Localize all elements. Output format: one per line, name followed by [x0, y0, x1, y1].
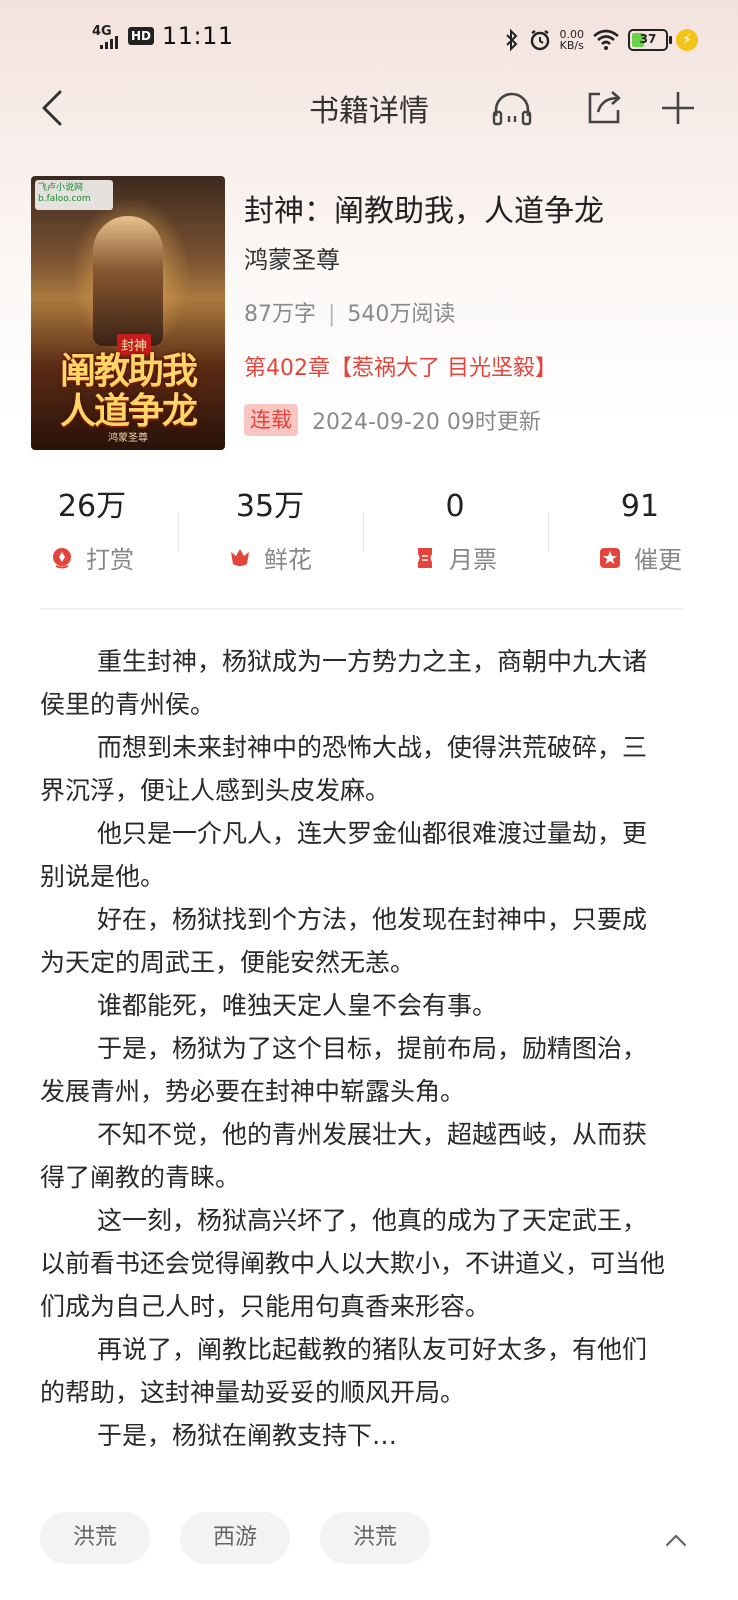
description-paragraph: 好在，杨狱找到个方法，他发现在封神中，只要成为天定的周武王，便能安然无恙。	[40, 905, 648, 977]
signal-icon: 4G	[92, 24, 120, 49]
description-paragraph: 他只是一介凡人，连大罗金仙都很难渡过量劫，更别说是他。	[40, 819, 648, 891]
cover-title: 阐教助我 人道争龙	[39, 352, 217, 432]
stat-ticket[interactable]: 0 月票	[363, 484, 547, 575]
status-bar: 4G HD 11:11 0.00 KB/s 37 ⚡	[0, 0, 738, 80]
stat-value: 35万	[235, 489, 305, 524]
stat-value: 91	[620, 489, 660, 524]
status-row: 连载 2024-09-20 09时更新	[244, 404, 541, 436]
latest-chapter-link[interactable]: 第402章【惹祸大了 目光坚毅】	[244, 350, 557, 382]
description-paragraph: 这一刻，杨狱高兴坏了，他真的成为了天定武王，以前看书还会觉得阐教中人以大欺小，不…	[40, 1206, 666, 1321]
description-paragraph: 而想到未来封神中的恐怖大战，使得洪荒破碎，三界沉浮，便让人感到头皮发麻。	[40, 733, 648, 805]
charging-icon: ⚡	[676, 29, 698, 51]
description-paragraph: 于是，杨狱在阐教支持下…	[97, 1421, 398, 1450]
battery-level: 37	[639, 32, 657, 46]
read-count: 540万阅读	[347, 302, 456, 327]
hd-badge: HD	[128, 27, 155, 45]
stat-label: 月票	[449, 546, 497, 574]
description-paragraph: 谁都能死，唯独天定人皇不会有事。	[97, 991, 498, 1020]
nav-bar: 书籍详情	[0, 80, 738, 136]
stat-label: 催更	[634, 546, 682, 574]
description-paragraph: 重生封神，杨狱成为一方势力之主，商朝中九大诸侯里的青州侯。	[40, 647, 648, 719]
add-icon[interactable]	[656, 86, 700, 130]
net-speed: 0.00 KB/s	[560, 29, 585, 51]
publisher-logo: 飞卢小说网 b.faloo.com	[35, 180, 113, 210]
book-stats: 87万字 | 540万阅读	[244, 296, 455, 328]
clock: 11:11	[162, 22, 234, 50]
urge-icon	[600, 547, 620, 568]
stats-separator: |	[328, 302, 336, 327]
stat-reward[interactable]: 26万 打赏	[0, 484, 184, 575]
word-count: 87万字	[244, 302, 316, 327]
book-cover[interactable]: 飞卢小说网 b.faloo.com 封神 阐教助我 人道争龙 鸿蒙圣尊	[31, 176, 225, 450]
net-speed-unit: KB/s	[559, 39, 584, 52]
share-icon[interactable]	[582, 86, 626, 130]
battery-icon: 37	[628, 29, 672, 51]
stat-label: 鲜花	[264, 546, 312, 574]
page-title: 书籍详情	[309, 94, 429, 129]
chevron-up-icon[interactable]	[664, 1528, 688, 1552]
book-description[interactable]: 重生封神，杨狱成为一方势力之主，商朝中九大诸侯里的青州侯。 而想到未来封神中的恐…	[40, 640, 670, 1457]
stat-value: 0	[445, 489, 465, 524]
cover-author: 鸿蒙圣尊	[108, 433, 148, 444]
description-paragraph: 不知不觉，他的青州发展壮大，超越西岐，从而获得了阐教的青睐。	[40, 1120, 648, 1192]
stat-label: 打赏	[86, 546, 134, 574]
ticket-icon	[418, 547, 432, 568]
stat-urge[interactable]: 91 催更	[548, 484, 732, 575]
reward-icon	[53, 547, 71, 568]
stats-bar: 26万 打赏 35万 鲜花 0 月票 91 催更	[0, 484, 738, 594]
stat-flower[interactable]: 35万 鲜花	[178, 484, 362, 575]
cover-figure	[93, 216, 163, 346]
publisher-logo-text: 飞卢小说网	[38, 183, 84, 193]
tag-chip[interactable]: 洪荒	[40, 1512, 150, 1564]
book-author[interactable]: 鸿蒙圣尊	[244, 240, 340, 275]
description-paragraph: 再说了，阐教比起截教的猪队友可好太多，有他们的帮助，这封神量劫妥妥的顺风开局。	[40, 1335, 648, 1407]
tag-list: 洪荒 西游 洪荒	[40, 1512, 430, 1564]
stat-value: 26万	[57, 489, 127, 524]
tag-chip[interactable]: 西游	[180, 1512, 290, 1564]
bluetooth-icon	[505, 28, 517, 52]
section-divider	[40, 608, 684, 610]
status-right: 0.00 KB/s 37 ⚡	[504, 28, 698, 52]
tag-chip[interactable]: 洪荒	[320, 1512, 430, 1564]
wifi-icon	[593, 29, 619, 50]
headphones-icon[interactable]	[490, 86, 534, 130]
description-paragraph: 于是，杨狱为了这个目标，提前布局，励精图治，发展青州，势必要在封神中崭露头角。	[40, 1034, 648, 1106]
alarm-icon	[530, 30, 549, 51]
book-title: 封神：阐教助我，人道争龙	[244, 194, 604, 229]
flower-icon	[231, 548, 249, 566]
cover-title-line2: 人道争龙	[59, 391, 198, 432]
status-badge: 连载	[244, 404, 298, 436]
status-left: 4G HD 11:11	[92, 22, 234, 50]
cover-title-line1: 阐教助我	[59, 351, 198, 392]
publisher-logo-url: b.faloo.com	[38, 194, 91, 204]
update-time: 2024-09-20 09时更新	[312, 410, 541, 435]
